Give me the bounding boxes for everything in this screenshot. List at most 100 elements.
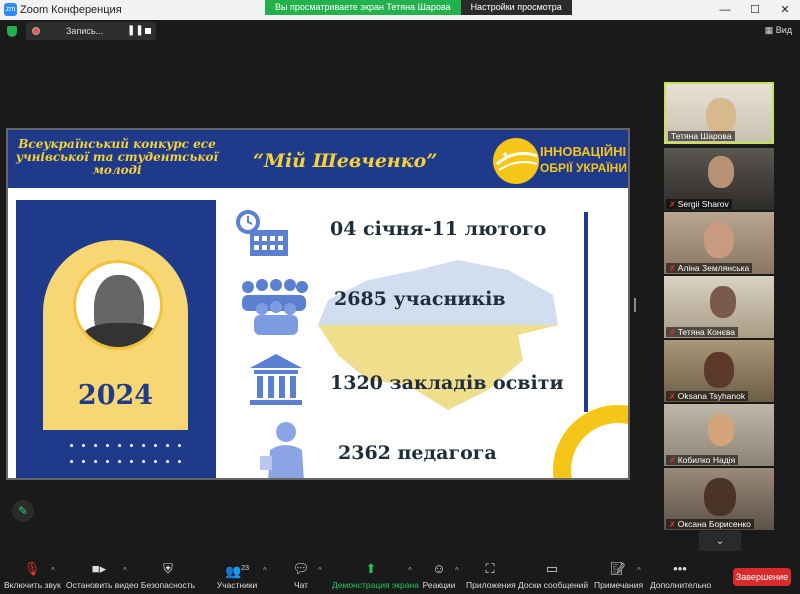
audio-options-caret-icon[interactable]: ^ bbox=[51, 566, 55, 575]
reactions-button[interactable]: ☺ Реакции bbox=[422, 561, 456, 590]
logo-sun-icon: ✦ bbox=[493, 138, 539, 184]
svg-text:✦: ✦ bbox=[501, 150, 509, 161]
apps-button[interactable]: ⛶ Приложения bbox=[466, 561, 516, 590]
participants-label: Участники bbox=[216, 580, 258, 590]
stop-recording-button[interactable] bbox=[145, 28, 151, 34]
slide-year: 2024 bbox=[77, 380, 154, 411]
mic-muted-icon: ✗ bbox=[669, 200, 676, 209]
chat-label: Чат bbox=[293, 580, 309, 590]
recording-dot-icon bbox=[32, 27, 40, 35]
meeting-toolbar: 🎙︎ Включить звук ^ ■▸ Остановить видео ^… bbox=[0, 558, 800, 594]
participant-tile[interactable]: ✗ Тетяна Конєва bbox=[664, 276, 774, 338]
zoom-app-icon: zm bbox=[4, 3, 17, 16]
share-banner-message: Вы просматриваете экран Тетяна Шарова bbox=[265, 0, 461, 15]
whiteboards-button[interactable]: ▭ Доски сообщений bbox=[518, 561, 589, 590]
participant-tile[interactable]: ✗ Аліна Землянська bbox=[664, 212, 774, 274]
participant-name: ✗ Оксана Борисенко bbox=[666, 519, 754, 529]
more-label: Дополнительно bbox=[650, 580, 712, 590]
participant-name: ✗ Аліна Землянська bbox=[666, 263, 753, 273]
notes-options-caret-icon[interactable]: ^ bbox=[637, 566, 641, 575]
notes-icon: 📝︎ bbox=[609, 561, 627, 576]
logo-line-2: ОБРІЇ УКРАЇНИ bbox=[540, 161, 627, 175]
vertical-accent-line bbox=[584, 212, 588, 412]
chat-options-caret-icon[interactable]: ^ bbox=[318, 566, 322, 575]
participant-name: ✗ Oksana Tsyhanok bbox=[666, 391, 749, 401]
people-group-icon bbox=[242, 279, 308, 335]
mic-muted-icon: ✗ bbox=[669, 392, 676, 401]
unmute-label: Включить звук bbox=[4, 580, 61, 590]
logo-text: ІННОВАЦІЙНІ ОБРІЇ УКРАЇНИ bbox=[540, 144, 627, 176]
chat-button[interactable]: 💬︎ Чат bbox=[286, 561, 316, 590]
maximize-button[interactable]: ☐ bbox=[740, 0, 770, 20]
stat-participants: 2685 учасників bbox=[334, 288, 506, 310]
minimize-button[interactable]: — bbox=[710, 0, 740, 20]
participant-name: ✗ Кобилко Надія bbox=[666, 455, 739, 465]
notes-label: Примечания bbox=[594, 580, 644, 590]
logo-line-1: ІННОВАЦІЙНІ bbox=[540, 144, 627, 159]
stop-video-label: Остановить видео bbox=[66, 580, 139, 590]
gallery-scroll-down-button[interactable]: ⌄ bbox=[699, 531, 741, 551]
more-button[interactable]: ••• Дополнительно bbox=[650, 561, 712, 590]
stat-teachers: 2362 педагога bbox=[338, 442, 497, 464]
slide-main-title: “Мій Шевченко” bbox=[253, 150, 438, 172]
annotate-pencil-icon[interactable]: ✎ bbox=[12, 500, 34, 522]
participants-icon: 👥23 bbox=[225, 563, 249, 579]
title-bar: zm Zoom Конференция Вы просматриваете эк… bbox=[0, 0, 800, 20]
stat-dates: 04 січня-11 лютого bbox=[330, 218, 547, 240]
portrait-panel: 2024 bbox=[16, 200, 216, 478]
pause-recording-button[interactable]: ❚❚ bbox=[127, 25, 144, 36]
participant-tile[interactable]: ✗ Oksana Tsyhanok bbox=[664, 340, 774, 402]
share-screen-label: Демонстрация экрана bbox=[332, 580, 419, 590]
panel-resize-handle[interactable] bbox=[634, 298, 636, 312]
apps-icon: ⛶ bbox=[485, 561, 495, 576]
mic-muted-icon: ✗ bbox=[669, 328, 676, 337]
calendar-clock-icon bbox=[236, 210, 288, 256]
participant-name: Тетяна Шарова bbox=[668, 131, 735, 141]
meeting-top-bar: Запись... ❚❚ ▦ Вид bbox=[0, 20, 800, 42]
participants-count: 23 bbox=[241, 565, 249, 572]
participant-tile[interactable]: ✗ Оксана Борисенко bbox=[664, 468, 774, 530]
reactions-label: Реакции bbox=[422, 580, 456, 590]
participants-button[interactable]: 👥23 Участники bbox=[212, 561, 262, 590]
participant-name: ✗ Тетяна Конєва bbox=[666, 327, 738, 337]
shared-screen-slide: Всеукраїнський конкурс есе учнівської та… bbox=[6, 128, 630, 480]
shevchenko-portrait bbox=[73, 260, 163, 350]
mic-muted-icon: ✗ bbox=[669, 456, 676, 465]
security-label: Безопасность bbox=[140, 580, 196, 590]
encryption-shield-icon[interactable] bbox=[7, 26, 17, 37]
share-screen-button[interactable]: ⬆ Демонстрация экрана bbox=[332, 561, 419, 590]
end-meeting-button[interactable]: Завершение bbox=[733, 568, 791, 586]
share-options-caret-icon[interactable]: ^ bbox=[408, 566, 412, 575]
whiteboards-label: Доски сообщений bbox=[518, 580, 589, 590]
whiteboard-icon: ▭ bbox=[545, 561, 559, 576]
chat-bubble-icon: 💬︎ bbox=[292, 561, 310, 576]
window-title: Zoom Конференция bbox=[20, 4, 122, 16]
smiley-plus-icon: ☺ bbox=[432, 561, 446, 576]
decorative-dots bbox=[70, 442, 220, 478]
reactions-options-caret-icon[interactable]: ^ bbox=[455, 566, 459, 575]
view-button[interactable]: ▦ Вид bbox=[765, 25, 792, 36]
participant-name: ✗ Sergii Sharov bbox=[666, 199, 732, 209]
notes-button[interactable]: 📝︎ Примечания bbox=[594, 561, 644, 590]
security-button[interactable]: ⛨ Безопасность bbox=[140, 561, 196, 590]
apps-label: Приложения bbox=[466, 580, 516, 590]
view-options-button[interactable]: Настройки просмотра bbox=[460, 0, 572, 15]
participant-tile[interactable]: Тетяна Шарова bbox=[664, 82, 774, 144]
participant-tile[interactable]: ✗ Кобилко Надія bbox=[664, 404, 774, 466]
view-button-label: Вид bbox=[775, 25, 792, 35]
stat-institutions: 1320 закладів освіти bbox=[330, 372, 564, 394]
participants-options-caret-icon[interactable]: ^ bbox=[263, 566, 267, 575]
mic-muted-icon: ✗ bbox=[669, 520, 676, 529]
close-button[interactable]: ✕ bbox=[770, 0, 800, 20]
recording-label: Запись... bbox=[66, 26, 104, 36]
more-dots-icon: ••• bbox=[673, 561, 687, 576]
slide-header: Всеукраїнський конкурс есе учнівської та… bbox=[8, 130, 628, 188]
shield-icon: ⛨ bbox=[163, 561, 173, 576]
video-options-caret-icon[interactable]: ^ bbox=[123, 566, 127, 575]
recording-indicator: Запись... ❚❚ bbox=[26, 22, 156, 40]
teacher-icon bbox=[260, 422, 304, 478]
mic-muted-icon: ✗ bbox=[669, 264, 676, 273]
share-banner: Вы просматриваете экран Тетяна Шарова На… bbox=[265, 0, 572, 15]
participant-tile[interactable]: ✗ Sergii Sharov bbox=[664, 148, 774, 210]
share-screen-arrow-icon: ⬆ bbox=[365, 561, 377, 576]
